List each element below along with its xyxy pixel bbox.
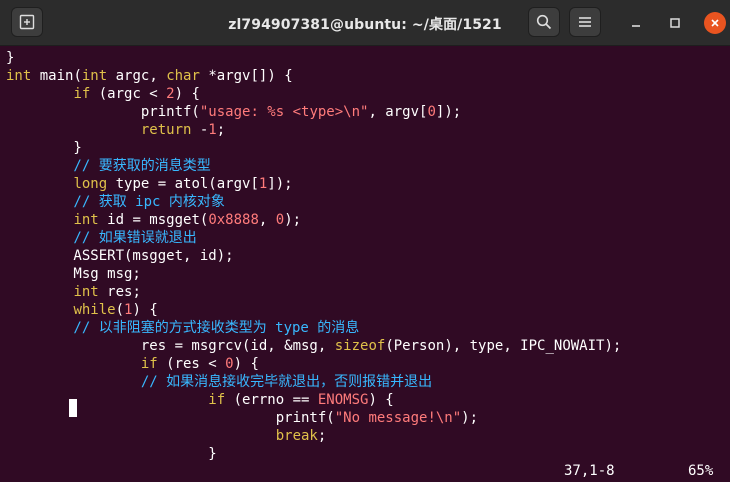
code-comment: // 如果消息接收完毕就退出，否则报错并退出 <box>6 374 433 390</box>
code-comment: // 要获取的消息类型 <box>6 158 211 174</box>
code-line: res = msgrcv(id, &msg, sizeof(Person), t… <box>6 338 622 354</box>
code-line: int res; <box>73 284 141 300</box>
scroll-percent: 65% <box>688 463 714 479</box>
code-line: if (errno == ENOMSG) { <box>208 392 394 408</box>
maximize-icon <box>670 18 680 28</box>
terminal-window: zl794907381@ubuntu: ~/桌面/1521} int main… <box>0 0 730 482</box>
search-icon <box>536 14 552 30</box>
code-line: Msg msg; <box>6 266 141 282</box>
title-bar: zl794907381@ubuntu: ~/桌面/1521 <box>0 0 730 46</box>
terminal-content[interactable]: } int main(int argc, char *argv[]) { if … <box>0 46 730 482</box>
hamburger-menu-icon <box>579 17 591 27</box>
code-line: int id = msgget(0x8888, 0); <box>73 212 302 228</box>
close-icon <box>711 19 719 27</box>
close-button[interactable] <box>704 12 726 34</box>
code-line: int main(int argc, char *argv[]) { <box>6 68 293 84</box>
code-line: if (argc < 2) { <box>73 86 200 102</box>
code-comment: // 以非阻塞的方式接收类型为 type 的消息 <box>6 320 360 336</box>
minimize-button[interactable] <box>626 13 646 33</box>
code-line: break; <box>275 428 327 444</box>
window-title: zl794907381@ubuntu: ~/桌面/1521 <box>228 17 502 33</box>
menu-button[interactable] <box>569 7 601 37</box>
code-line: ASSERT(msgget, id); <box>6 248 234 264</box>
new-tab-icon <box>19 14 35 30</box>
code-comment: // 获取 ipc 内核对象 <box>6 194 225 210</box>
code-line: } <box>6 446 217 462</box>
minimize-icon <box>632 25 640 27</box>
code-line: return -1; <box>140 122 226 138</box>
cursor-position: 37,1-8 <box>564 463 615 479</box>
maximize-button[interactable] <box>665 13 685 33</box>
code-line: long type = atol(argv[1]); <box>73 176 293 192</box>
code-comment: // 如果错误就退出 <box>6 230 197 246</box>
code-line: } <box>6 50 15 66</box>
code-line: printf("usage: %s <type>\n", argv[0]); <box>6 104 462 120</box>
text-cursor <box>69 399 77 417</box>
code-line: } <box>6 140 82 156</box>
new-tab-button[interactable] <box>11 7 43 37</box>
code-line: if (res < 0) { <box>140 356 259 372</box>
code-line: while(1) { <box>73 302 158 318</box>
search-button[interactable] <box>528 7 560 37</box>
